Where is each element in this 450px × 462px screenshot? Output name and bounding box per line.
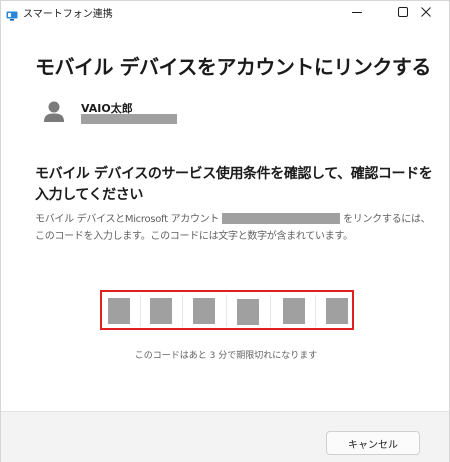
code-char-3	[193, 298, 215, 324]
close-icon	[421, 7, 431, 17]
footer-bar: キャンセル	[1, 411, 449, 462]
code-divider	[270, 295, 271, 327]
account-email-redacted	[81, 114, 177, 124]
instructions-title: モバイル デバイスのサービス使用条件を確認して、確認コードを入力してください	[35, 166, 433, 203]
page-title: モバイル デバイスをアカウントにリンクする	[35, 55, 431, 79]
code-char-5	[283, 298, 305, 324]
code-divider	[226, 295, 227, 327]
window-title: スマートフォン連携	[23, 9, 113, 20]
instructions-body-start: モバイル デバイスとMicrosoft アカウント	[35, 214, 220, 225]
instructions-body: モバイル デバイスとMicrosoft アカウント をリンクするには、このコードを…	[35, 211, 435, 245]
account-email-inline-redacted	[222, 213, 341, 224]
person-icon	[44, 100, 64, 124]
close-button[interactable]	[403, 1, 449, 23]
code-char-6	[326, 298, 348, 324]
code-char-1	[108, 298, 130, 324]
minimize-button[interactable]	[334, 1, 380, 23]
code-char-4	[237, 299, 259, 325]
code-divider	[182, 295, 183, 327]
phone-link-window: スマートフォン連携 モバイル デバイスをアカウントにリンクする VAIO太郎 モ…	[0, 0, 450, 462]
minimize-icon	[352, 12, 362, 13]
title-bar: スマートフォン連携	[1, 1, 449, 23]
verification-code-box	[100, 290, 354, 330]
code-expiry-text: このコードはあと 3 分で期限切れになります	[134, 351, 318, 361]
code-divider	[140, 295, 141, 327]
code-divider	[315, 295, 316, 327]
code-char-2	[150, 298, 172, 324]
phone-link-icon	[6, 6, 18, 21]
cancel-button[interactable]: キャンセル	[326, 431, 420, 455]
